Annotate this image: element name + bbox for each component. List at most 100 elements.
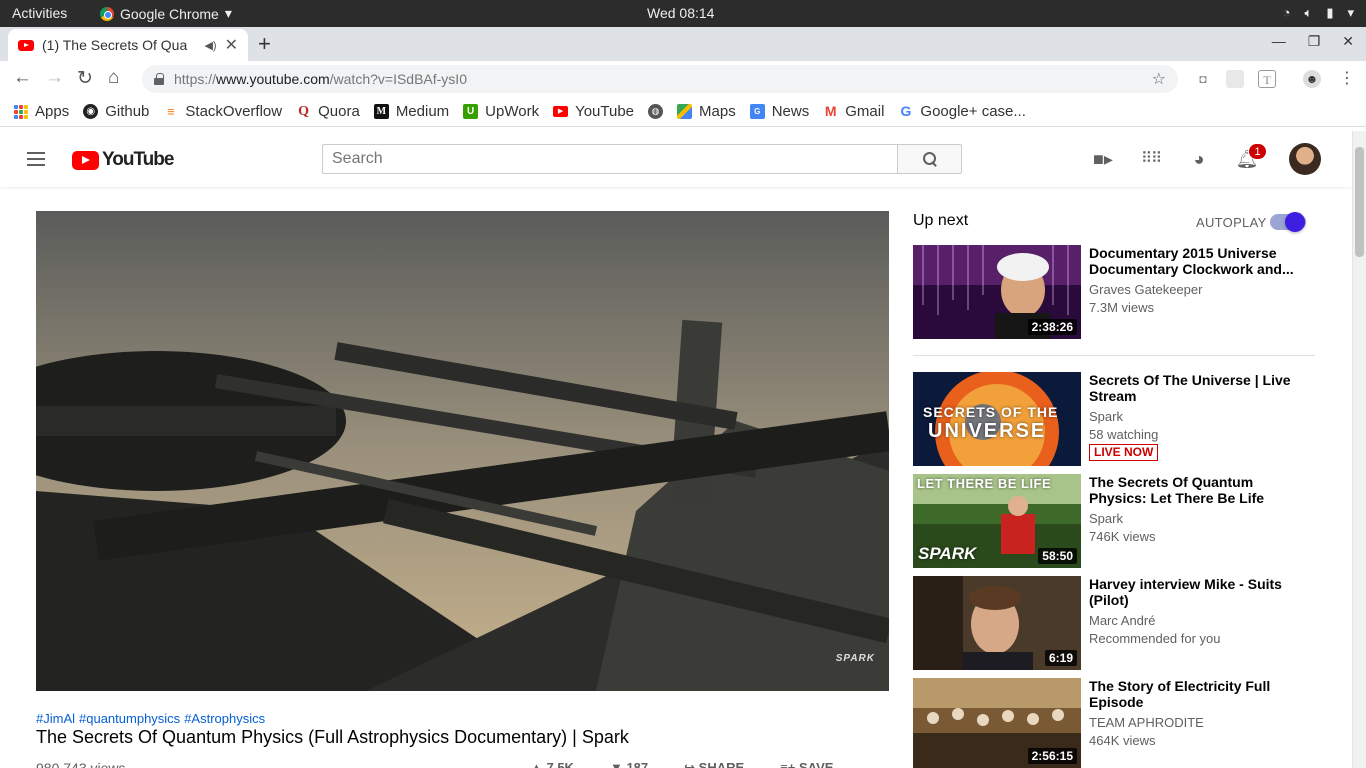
restore-icon[interactable]: ❐ — [1308, 33, 1321, 50]
duration-badge: 2:38:26 — [1027, 319, 1077, 335]
search-icon — [922, 152, 937, 166]
save-button[interactable]: ≡+ SAVE — [780, 760, 833, 768]
share-button[interactable]: ↪ SHARE — [684, 760, 744, 768]
search-input[interactable] — [322, 144, 898, 174]
app-menu-label: Google Chrome — [120, 5, 219, 22]
bookmark-maps[interactable]: Maps — [677, 103, 736, 120]
recommendation-title[interactable]: Secrets Of The Universe | Live Stream — [1089, 372, 1303, 404]
hashtag-link[interactable]: #JimAl — [36, 711, 75, 726]
avatar[interactable] — [1289, 143, 1321, 175]
window-controls: — ❐ ✕ — [1272, 33, 1354, 50]
recommendation-channel[interactable]: Marc André — [1089, 613, 1155, 628]
recommendation-channel[interactable]: TEAM APHRODITE — [1089, 715, 1204, 730]
address-bar[interactable]: https://www.youtube.com/watch?v=ISdBAf-y… — [142, 65, 1178, 93]
recommendation-item[interactable]: SECRETS OF THE UNIVERSE Secrets Of The U… — [913, 372, 1317, 466]
app-menu[interactable]: Google Chrome ▾ — [100, 5, 232, 22]
camera-extension-icon[interactable]: ◘ — [1194, 70, 1212, 88]
bookmark-news[interactable]: G News — [749, 103, 809, 120]
recommendation-title[interactable]: Documentary 2015 Universe Documentary Cl… — [1089, 245, 1303, 277]
recommendation-channel[interactable]: Spark — [1089, 409, 1123, 424]
hashtag-link[interactable]: #quantumphysics — [79, 711, 180, 726]
chevron-down-icon: ▾ — [1347, 5, 1354, 20]
home-icon[interactable]: ⌂ — [108, 67, 119, 89]
recommendation-item[interactable]: 2:38:26 Documentary 2015 Universe Docume… — [913, 245, 1317, 339]
recommendation-channel[interactable]: Spark — [1089, 511, 1123, 526]
bookmark-globe[interactable]: ◍ — [648, 104, 664, 119]
github-icon: ◉ — [83, 104, 99, 119]
menu-kebab-icon[interactable]: ⋮ — [1338, 70, 1356, 88]
gnome-top-bar: Activities Google Chrome ▾ Wed 08:14 ◔ 🔈… — [0, 0, 1366, 27]
bookmark-upwork[interactable]: U UpWork — [463, 103, 539, 120]
save-label: SAVE — [798, 760, 834, 768]
new-tab-button[interactable]: + — [258, 31, 271, 57]
bookmark-stackoverflow[interactable]: ≡ StackOverflow — [163, 103, 282, 120]
video-thumbnail[interactable]: LET THERE BE LIFE SPARK 58:50 — [913, 474, 1081, 568]
dislike-button[interactable]: ▼ 187 — [610, 760, 648, 768]
dislike-count: 187 — [626, 760, 649, 768]
google-icon: G — [900, 103, 912, 119]
bookmark-google-plus[interactable]: G Google+ case... — [898, 103, 1025, 120]
bookmark-star-icon[interactable]: ☆ — [1152, 69, 1166, 89]
search-button[interactable] — [897, 144, 962, 174]
minimize-icon[interactable]: — — [1272, 33, 1286, 50]
bookmark-youtube[interactable]: ▶ YouTube — [553, 103, 634, 120]
recommendation-title[interactable]: Harvey interview Mike - Suits (Pilot) — [1089, 576, 1303, 608]
video-thumbnail[interactable]: SECRETS OF THE UNIVERSE — [913, 372, 1081, 466]
bookmark-label: Maps — [699, 103, 736, 120]
view-count: 980,743 views — [36, 760, 126, 768]
thumbnail-caption: LET THERE BE LIFE — [917, 476, 1052, 491]
autoplay-toggle[interactable] — [1270, 212, 1306, 232]
messages-icon[interactable]: ◕ — [1187, 147, 1211, 171]
hashtag-list: #JimAl #quantumphysics #Astrophysics — [36, 711, 265, 726]
divider — [913, 355, 1315, 356]
youtube-wordmark: YouTube — [102, 149, 174, 170]
close-tab-icon[interactable]: ✕ — [225, 35, 238, 55]
hamburger-menu-icon[interactable] — [27, 152, 45, 166]
bookmark-apps[interactable]: Apps — [14, 103, 69, 120]
recommendation-item[interactable]: 2:56:15 The Story of Electricity Full Ep… — [913, 678, 1317, 768]
maps-icon — [677, 104, 693, 119]
clock[interactable]: Wed 08:14 — [647, 5, 714, 21]
recommendation-item[interactable]: LET THERE BE LIFE SPARK 58:50 The Secret… — [913, 474, 1317, 568]
video-player[interactable]: SPARK — [36, 211, 889, 691]
bookmark-quora[interactable]: Q Quora — [296, 103, 360, 120]
video-thumbnail[interactable]: 2:38:26 — [913, 245, 1081, 339]
lock-icon[interactable] — [154, 73, 164, 85]
hashtag-link[interactable]: #Astrophysics — [184, 711, 265, 726]
bookmark-github[interactable]: ◉ Github — [83, 103, 149, 120]
upwork-icon: U — [463, 104, 479, 119]
forward-arrow-icon[interactable]: → — [45, 67, 64, 89]
youtube-logo[interactable]: YouTube — [72, 149, 174, 171]
avatar-extension-icon[interactable]: ☻ — [1303, 70, 1321, 88]
recommendation-title[interactable]: The Story of Electricity Full Episode — [1089, 678, 1303, 710]
live-now-badge: LIVE NOW — [1089, 444, 1159, 461]
scroll-thumb[interactable] — [1355, 147, 1364, 257]
apps-grid-icon[interactable]: ⠿⠿ — [1139, 147, 1163, 171]
system-tray[interactable]: ◔ 🔈︎ ▮ ▾ — [1283, 5, 1354, 21]
speaker-icon[interactable]: ◀︎) — [204, 39, 216, 52]
video-frame — [36, 211, 889, 691]
video-thumbnail[interactable]: 6:19 — [913, 576, 1081, 670]
page-scrollbar[interactable] — [1352, 131, 1366, 768]
back-arrow-icon[interactable]: ← — [13, 67, 32, 89]
reload-icon[interactable]: ↻ — [77, 67, 93, 90]
activities-button[interactable]: Activities — [12, 5, 67, 21]
recommendation-item[interactable]: 6:19 Harvey interview Mike - Suits (Pilo… — [913, 576, 1317, 670]
create-video-icon[interactable]: ■▸ — [1091, 147, 1115, 171]
video-title: The Secrets Of Quantum Physics (Full Ast… — [36, 727, 629, 747]
like-button[interactable]: ▲ 7.5K — [530, 760, 574, 768]
recommendation-views: 746K views — [1089, 529, 1156, 544]
browser-tab[interactable]: (1) The Secrets Of Qua ◀︎) ✕ — [8, 29, 248, 61]
quora-icon: Q — [298, 104, 310, 119]
bookmark-medium[interactable]: M Medium — [373, 103, 449, 120]
chrome-icon — [100, 6, 114, 21]
text-extension-icon[interactable]: T — [1258, 70, 1276, 88]
youtube-icon: ▶ — [553, 106, 569, 117]
extension-icon[interactable] — [1226, 70, 1244, 88]
recommendation-channel[interactable]: Graves Gatekeeper — [1089, 282, 1202, 297]
recommendation-title[interactable]: The Secrets Of Quantum Physics: Let Ther… — [1089, 474, 1303, 506]
bookmark-gmail[interactable]: M Gmail — [823, 103, 885, 120]
close-window-icon[interactable]: ✕ — [1342, 33, 1354, 50]
bookmark-label: Quora — [318, 103, 360, 120]
video-thumbnail[interactable]: 2:56:15 — [913, 678, 1081, 768]
